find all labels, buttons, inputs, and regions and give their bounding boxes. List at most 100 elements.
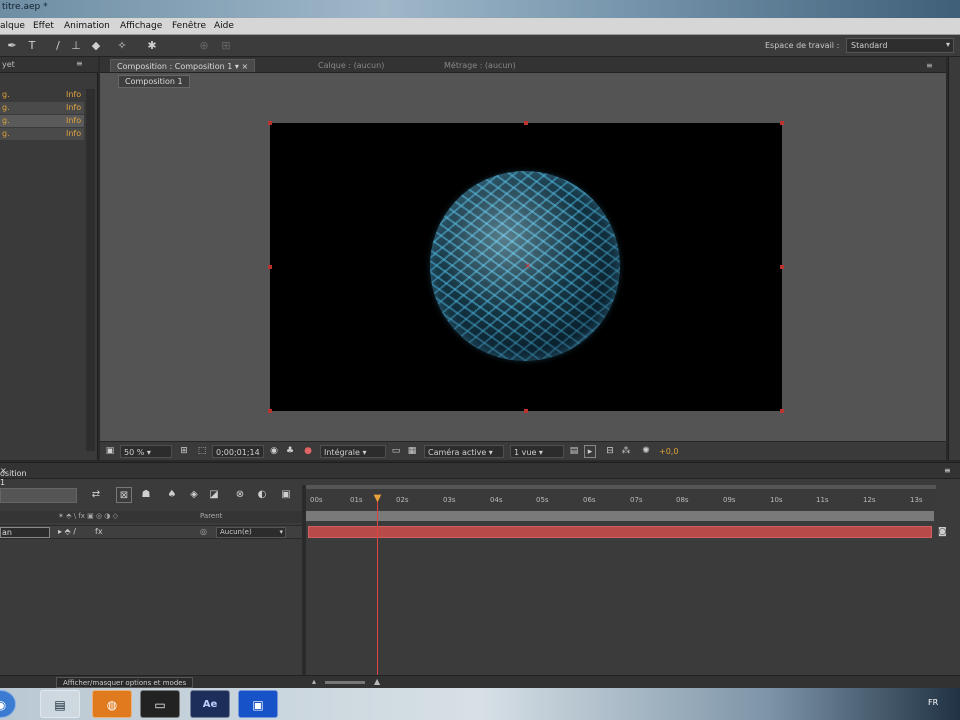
bounding-handle[interactable] bbox=[780, 409, 784, 413]
toggle-switches-modes-button[interactable]: Afficher/masquer options et modes bbox=[56, 677, 194, 688]
bounding-handle[interactable] bbox=[268, 409, 272, 413]
anchor-point-icon[interactable]: ✕ bbox=[524, 263, 532, 272]
clone-stamp-tool-icon[interactable]: ⊥ bbox=[68, 38, 84, 54]
show-snapshot-icon[interactable]: ♣ bbox=[284, 445, 296, 458]
layer-duration-bar[interactable] bbox=[308, 526, 932, 538]
search-input[interactable] bbox=[0, 488, 77, 503]
views-select[interactable]: 1 vue ▾ bbox=[510, 445, 564, 458]
preview-icon[interactable]: ▣ bbox=[104, 445, 116, 458]
camera-select[interactable]: Caméra active ▾ bbox=[424, 445, 504, 458]
current-time-indicator-head-icon[interactable]: ▼ bbox=[372, 494, 383, 504]
tab-layer[interactable]: Calque : (aucun) bbox=[312, 59, 390, 72]
workspace-label: Espace de travail : bbox=[765, 41, 840, 50]
list-item[interactable]: g. Info bbox=[0, 115, 84, 127]
start-button[interactable]: ◉ bbox=[0, 690, 16, 718]
composition-breadcrumb[interactable]: Composition 1 bbox=[118, 75, 190, 88]
timeline-icon[interactable]: ⊟ bbox=[604, 445, 616, 458]
draft-3d-icon[interactable]: ⊠ bbox=[116, 487, 132, 503]
item-name: g. bbox=[2, 129, 10, 138]
bounding-handle[interactable] bbox=[268, 121, 272, 125]
timecode-display[interactable]: 0;00;01;14 bbox=[212, 445, 264, 458]
panel-menu-icon[interactable]: ≡ bbox=[920, 59, 939, 72]
shy-layers-icon[interactable]: ☗ bbox=[138, 487, 154, 503]
bounding-handle[interactable] bbox=[780, 265, 784, 269]
comp-button-icon[interactable]: ◙ bbox=[938, 527, 947, 537]
taskbar-explorer-icon[interactable]: ▤ bbox=[40, 690, 80, 718]
bounding-handle[interactable] bbox=[780, 121, 784, 125]
timeline-navigator-icon[interactable]: ▣ bbox=[278, 487, 294, 503]
bounding-handle[interactable] bbox=[524, 409, 528, 413]
auto-keyframe-icon[interactable]: ⊗ bbox=[232, 487, 248, 503]
taskbar-after-effects-icon[interactable]: Ae bbox=[190, 690, 230, 718]
list-item[interactable]: g. Info bbox=[0, 89, 84, 101]
menu-affichage[interactable]: Affichage bbox=[120, 21, 162, 31]
tab-footage[interactable]: Métrage : (aucun) bbox=[438, 59, 522, 72]
close-icon[interactable]: × bbox=[241, 62, 248, 71]
effect-fx-icon[interactable]: fx bbox=[95, 527, 103, 536]
resolution-select[interactable]: Intégrale ▾ bbox=[320, 445, 386, 458]
exposure-icon[interactable]: ✺ bbox=[640, 445, 652, 458]
item-info: Info bbox=[66, 129, 82, 138]
bounding-handle[interactable] bbox=[268, 265, 272, 269]
grid-icon[interactable]: ⊞ bbox=[178, 445, 190, 458]
time-ruler[interactable]: 00s 01s 02s 03s 04s 05s 06s 07s 08s 09s … bbox=[306, 485, 936, 511]
scrollbar[interactable] bbox=[86, 89, 95, 451]
list-item[interactable]: g. Info bbox=[0, 102, 84, 114]
taskbar-firefox-icon[interactable]: ◍ bbox=[92, 690, 132, 718]
taskbar-terminal-icon[interactable]: ▭ bbox=[140, 690, 180, 718]
item-name: g. bbox=[2, 103, 10, 112]
safe-zones-icon[interactable]: ⬚ bbox=[196, 445, 208, 458]
zoom-select[interactable]: 50 % ▾ bbox=[120, 445, 172, 458]
tab-composition[interactable]: Composition : Composition 1 ▾ × bbox=[110, 59, 256, 72]
parent-select[interactable]: Aucun(e) ▾ bbox=[216, 527, 286, 538]
fast-previews-icon[interactable]: ▸ bbox=[584, 445, 596, 458]
layer-name[interactable]: an bbox=[0, 527, 50, 538]
pick-whip-icon[interactable]: ◎ bbox=[200, 527, 207, 536]
tab-composition-timeline[interactable]: osition 1 × bbox=[0, 466, 27, 487]
workspace-select[interactable]: Standard ▾ bbox=[846, 38, 954, 53]
ruler-tick: 01s bbox=[350, 496, 363, 504]
composition-viewer[interactable]: ✕ bbox=[268, 121, 784, 413]
bounding-handle[interactable] bbox=[524, 121, 528, 125]
panel-menu-icon[interactable]: ≡ bbox=[76, 59, 83, 68]
menu-fenetre[interactable]: Fenêtre bbox=[172, 21, 206, 31]
roto-brush-tool-icon[interactable]: ✧ bbox=[114, 38, 130, 54]
exposure-value[interactable]: +0,0 bbox=[656, 445, 681, 458]
ruler-tick: 02s bbox=[396, 496, 409, 504]
motion-blur-icon[interactable]: ◈ bbox=[186, 487, 202, 503]
channel-icon[interactable]: ● bbox=[302, 445, 314, 458]
brainstorm-icon[interactable]: ◪ bbox=[206, 487, 222, 503]
project-panel: yet ≡ g. Info g. Info g. Info g. Info bbox=[0, 57, 98, 460]
camera-snapshot-icon[interactable]: ◉ bbox=[268, 445, 280, 458]
text-tool-icon[interactable]: T bbox=[24, 38, 40, 54]
graph-editor-icon[interactable]: ◐ bbox=[254, 487, 270, 503]
language-indicator[interactable]: FR bbox=[928, 698, 938, 707]
puppet-tool-icon[interactable]: ✱ bbox=[144, 38, 160, 54]
zoom-out-icon[interactable]: ▴ bbox=[312, 677, 316, 686]
time-navigator-bar[interactable] bbox=[306, 485, 936, 489]
timeline-zoom-slider[interactable] bbox=[325, 681, 365, 684]
chevron-down-icon[interactable]: ▾ bbox=[235, 62, 239, 71]
ruler-tick: 12s bbox=[863, 496, 876, 504]
toggle-pixel-aspect-icon[interactable]: ▤ bbox=[568, 445, 580, 458]
taskbar-app-icon[interactable]: ▣ bbox=[238, 690, 278, 718]
frame-blending-icon[interactable]: ♠ bbox=[164, 487, 180, 503]
menu-effet[interactable]: Effet bbox=[33, 21, 54, 31]
pen-tool-icon[interactable]: ✒ bbox=[4, 38, 20, 54]
zoom-in-icon[interactable]: ▲ bbox=[374, 677, 380, 686]
current-time-indicator[interactable] bbox=[377, 495, 378, 675]
work-area-bar[interactable] bbox=[306, 511, 934, 521]
region-of-interest-icon[interactable]: ▭ bbox=[390, 445, 402, 458]
flowchart-icon[interactable]: ⁂ bbox=[620, 445, 632, 458]
table-row[interactable]: an ▸ ⬘ / fx ◎ Aucun(e) ▾ bbox=[0, 525, 302, 539]
transparency-grid-icon[interactable]: ▦ bbox=[406, 445, 418, 458]
comp-mini-flowchart-icon[interactable]: ⇄ bbox=[88, 487, 104, 503]
panel-menu-icon[interactable]: ≡ bbox=[944, 466, 951, 475]
brush-tool-icon[interactable]: / bbox=[50, 38, 66, 54]
menu-aide[interactable]: Aide bbox=[214, 21, 234, 31]
list-item[interactable]: g. Info bbox=[0, 128, 84, 140]
eraser-tool-icon[interactable]: ◆ bbox=[88, 38, 104, 54]
menu-calque[interactable]: alque bbox=[0, 21, 25, 31]
menu-animation[interactable]: Animation bbox=[64, 21, 110, 31]
layer-switches-icon[interactable]: ▸ ⬘ / bbox=[58, 527, 76, 536]
